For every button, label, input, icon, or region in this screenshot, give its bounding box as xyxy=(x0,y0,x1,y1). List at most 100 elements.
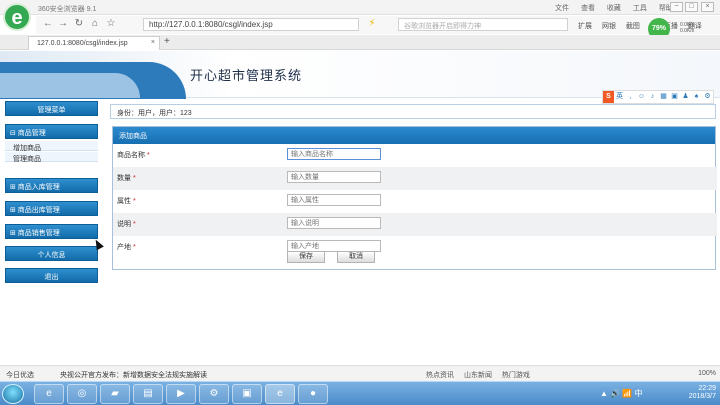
cancel-button[interactable]: 取消 xyxy=(337,251,375,263)
download-speed: 0.0K/s xyxy=(680,28,695,34)
sidebar-item-logout[interactable]: 退出 xyxy=(5,268,98,283)
sidebar-subitem-manage-products[interactable]: 管理商品 xyxy=(5,152,98,163)
input-method-toolbar: S 英, ☺ ♪ ▦ ▣ ♟ ♠ ⚙ xyxy=(602,90,714,104)
lightning-icon[interactable]: ⚡ xyxy=(366,18,378,30)
form-row-attribute: 属性 * xyxy=(113,190,717,213)
web-page: 开心超市管理系统 S 英, ☺ ♪ ▦ ▣ ♟ ♠ ⚙ 管理菜单 ⊟ 商品管理 增加商品 管理商… xyxy=(0,51,720,365)
status-right-items: 热点资讯 山东新闻 热门游戏 xyxy=(426,370,538,380)
sidebar-subitem-add-product[interactable]: 增加商品 xyxy=(5,141,98,152)
field-label-name: 商品名称 * xyxy=(117,152,150,159)
toolbar-bank[interactable]: 网银 xyxy=(602,23,616,30)
browser-title: 360安全浏览器 9.1 xyxy=(38,6,97,13)
sidebar-item-stock-out[interactable]: ⊞ 商品出库管理 xyxy=(5,201,98,216)
banner-swoosh-light xyxy=(0,73,140,98)
taskbar-360-icon[interactable]: ◎ xyxy=(67,384,97,404)
clock[interactable]: 22:29 2018/3/7 xyxy=(686,385,716,401)
ime-user-icon[interactable]: ♟ xyxy=(680,91,691,103)
menu-view[interactable]: 查看 xyxy=(581,5,595,12)
sidebar-item-personal-info[interactable]: 个人信息 xyxy=(5,246,98,261)
forward-icon[interactable]: → xyxy=(57,18,69,30)
address-toolbar: ← → ↻ ⌂ ☆ http://127.0.0.1:8080/csgl/ind… xyxy=(36,16,720,34)
menu-tools[interactable]: 工具 xyxy=(633,5,647,12)
field-label-description: 说明 * xyxy=(117,221,136,228)
ime-skin-icon[interactable]: ▣ xyxy=(669,91,680,103)
status-item-games[interactable]: 热门游戏 xyxy=(502,372,530,379)
field-label-attribute: 属性 * xyxy=(117,198,136,205)
back-icon[interactable]: ← xyxy=(42,18,54,30)
taskbar-browser-icon[interactable]: e xyxy=(265,384,295,404)
sidebar-item-sales[interactable]: ⊞ 商品销售管理 xyxy=(5,224,98,239)
ime-shirt-icon[interactable]: ♠ xyxy=(691,91,702,103)
form-row-name: 商品名称 * xyxy=(113,144,717,167)
sogou-icon[interactable]: S xyxy=(603,91,614,103)
toolbar-screenshot[interactable]: 截图 xyxy=(626,23,640,30)
windows-taskbar: e ◎ ▰ ▤ ▶ ⚙ ▣ e ● ▲ 🔊 📶 中 22:29 2018/3/7 xyxy=(0,381,720,405)
sidebar-menu-title[interactable]: 管理菜单 xyxy=(5,101,98,116)
url-bar[interactable]: http://127.0.0.1:8080/csgl/index.jsp xyxy=(143,18,359,31)
ime-mode-icon[interactable]: 英 xyxy=(614,91,625,103)
ime-emoji-icon[interactable]: ☺ xyxy=(636,91,647,103)
taskbar-media-icon[interactable]: ▶ xyxy=(166,384,196,404)
page-title: 开心超市管理系统 xyxy=(190,68,303,83)
taskbar-tool-icon[interactable]: ⚙ xyxy=(199,384,229,404)
start-button[interactable] xyxy=(2,384,24,404)
form-row-origin: 产地 * xyxy=(113,236,717,259)
home-icon[interactable]: ⌂ xyxy=(89,18,101,30)
panel-header: 添加商品 xyxy=(113,127,715,144)
attribute-input[interactable] xyxy=(287,194,381,206)
browser-logo-icon: e xyxy=(3,3,31,31)
ime-voice-icon[interactable]: ♪ xyxy=(647,91,658,103)
tab-close-icon[interactable]: × xyxy=(151,39,155,46)
status-item-news[interactable]: 山东新闻 xyxy=(464,372,492,379)
product-name-input[interactable] xyxy=(287,148,381,160)
menu-file[interactable]: 文件 xyxy=(555,5,569,12)
ime-punctuation-icon[interactable]: , xyxy=(625,91,636,103)
taskbar-folder-icon[interactable]: ▤ xyxy=(133,384,163,404)
sidebar-item-product-manage[interactable]: ⊟ 商品管理 xyxy=(5,124,98,139)
taskbar-frog-icon[interactable]: ● xyxy=(298,384,328,404)
taskbar-ie-icon[interactable]: e xyxy=(34,384,64,404)
quantity-input[interactable] xyxy=(287,171,381,183)
save-button[interactable]: 保存 xyxy=(287,251,325,263)
toolbar-extensions[interactable]: 扩展 xyxy=(578,23,592,30)
description-input[interactable] xyxy=(287,217,381,229)
field-label-quantity: 数量 * xyxy=(117,175,136,182)
zoom-level[interactable]: 100% xyxy=(698,370,716,377)
required-star: * xyxy=(146,152,150,159)
close-window-button[interactable]: × xyxy=(701,2,714,12)
ime-tools-icon[interactable]: ⚙ xyxy=(702,91,713,103)
tab-strip: 127.0.0.1:8080/csgl/index.jsp × + xyxy=(0,35,720,50)
tab-current[interactable]: 127.0.0.1:8080/csgl/index.jsp × xyxy=(28,36,160,50)
status-bar: 今日优选 央视公开官方发布：新增数据安全法规实施解读 热点资讯 山东新闻 热门游… xyxy=(0,365,720,381)
browser-menu: 文件 查看 收藏 工具 帮助 xyxy=(555,3,683,13)
ime-keyboard-icon[interactable]: ▦ xyxy=(658,91,669,103)
search-field[interactable]: 谷歌浏览器开启即得力神 xyxy=(398,18,568,31)
breadcrumb: 身份：用户，用户：123 xyxy=(110,104,716,119)
maximize-button[interactable]: □ xyxy=(685,2,698,12)
system-tray[interactable]: ▲ 🔊 📶 中 xyxy=(600,388,680,399)
menu-favorites[interactable]: 收藏 xyxy=(607,5,621,12)
add-product-panel: 添加商品 商品名称 * 数量 * 属性 * 说明 * 产地 * 保存 取消 xyxy=(112,126,717,270)
network-speed: 0.0K/s 0.0K/s xyxy=(680,22,694,34)
status-item-hot[interactable]: 热点资讯 xyxy=(426,372,454,379)
form-row-quantity: 数量 * xyxy=(113,167,717,190)
tab-title: 127.0.0.1:8080/csgl/index.jsp xyxy=(37,40,128,47)
status-left[interactable]: 今日优选 xyxy=(6,370,34,380)
required-star: * xyxy=(132,198,136,205)
status-news[interactable]: 央视公开官方发布：新增数据安全法规实施解读 xyxy=(60,370,207,380)
field-label-origin: 产地 * xyxy=(117,244,136,251)
minimize-button[interactable]: − xyxy=(670,2,683,12)
sidebar-item-stock-in[interactable]: ⊞ 商品入库管理 xyxy=(5,178,98,193)
taskbar-book-icon[interactable]: ▰ xyxy=(100,384,130,404)
sidebar: 管理菜单 ⊟ 商品管理 增加商品 管理商品 ⊞ 商品入库管理 ⊞ 商品出库管理 … xyxy=(2,101,100,351)
clock-time: 22:29 xyxy=(698,385,716,392)
required-star: * xyxy=(132,175,136,182)
required-star: * xyxy=(132,221,136,228)
clock-date: 2018/3/7 xyxy=(688,393,716,400)
browser-title-bar: e 360安全浏览器 9.1 文件 查看 收藏 工具 帮助 − □ × xyxy=(0,0,720,31)
refresh-icon[interactable]: ↻ xyxy=(73,18,85,30)
bookmark-icon[interactable]: ☆ xyxy=(105,18,117,30)
form-row-description: 说明 * xyxy=(113,213,717,236)
new-tab-button[interactable]: + xyxy=(164,36,170,47)
taskbar-computer-icon[interactable]: ▣ xyxy=(232,384,262,404)
